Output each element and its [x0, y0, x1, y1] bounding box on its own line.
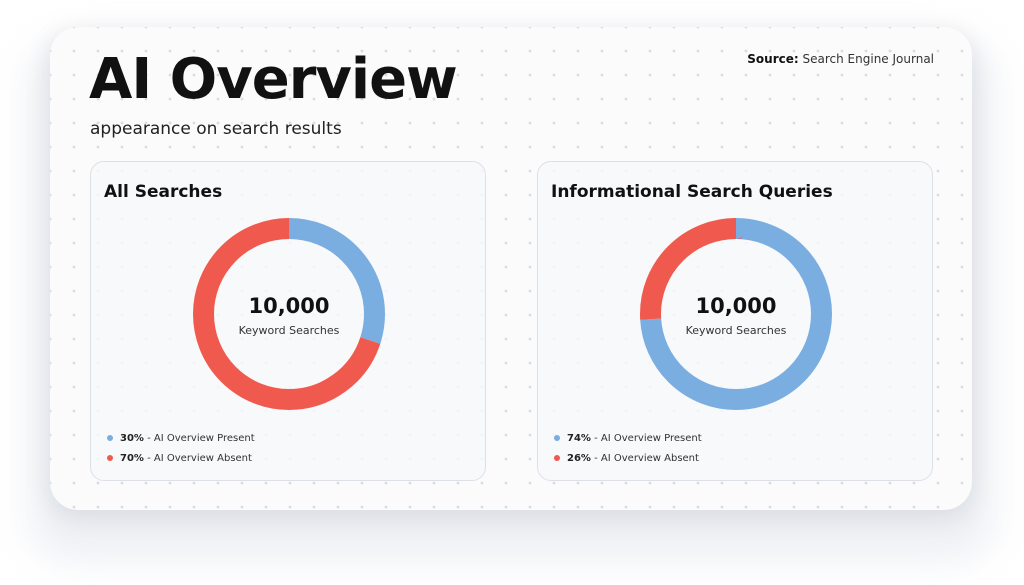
- center-label: Keyword Searches: [686, 324, 787, 337]
- legend-pct: 74%: [567, 432, 591, 444]
- legend-dot-absent: [554, 455, 560, 461]
- center-value: 10,000: [695, 294, 776, 318]
- legend-dot-present: [107, 435, 113, 441]
- chart-panel-all-searches: All Searches 10,000 Keyword Searches 30%…: [90, 161, 486, 481]
- center-label: Keyword Searches: [239, 324, 340, 337]
- legend-label: AI Overview Absent: [153, 452, 252, 464]
- source-label: Source:: [747, 52, 799, 66]
- donut-chart: 10,000 Keyword Searches: [193, 218, 385, 410]
- chart-legend: 74% - AI Overview Present 26% - AI Overv…: [554, 428, 702, 468]
- infographic-card: AI Overview appearance on search results…: [50, 27, 972, 510]
- donut-chart: 10,000 Keyword Searches: [640, 218, 832, 410]
- center-value: 10,000: [248, 294, 329, 318]
- legend-pct: 70%: [120, 452, 144, 464]
- legend-item-absent: 26% - AI Overview Absent: [554, 448, 702, 468]
- chart-title: Informational Search Queries: [551, 182, 833, 202]
- legend-label: AI Overview Present: [600, 432, 702, 444]
- legend-label: AI Overview Present: [153, 432, 255, 444]
- legend-item-present: 30% - AI Overview Present: [107, 428, 255, 448]
- source-credit: Source: Search Engine Journal: [747, 52, 934, 66]
- legend-item-present: 74% - AI Overview Present: [554, 428, 702, 448]
- source-name: Search Engine Journal: [802, 52, 934, 66]
- legend-pct: 26%: [567, 452, 591, 464]
- legend-item-absent: 70% - AI Overview Absent: [107, 448, 255, 468]
- legend-dot-present: [554, 435, 560, 441]
- chart-title: All Searches: [104, 182, 223, 202]
- chart-legend: 30% - AI Overview Present 70% - AI Overv…: [107, 428, 255, 468]
- chart-panel-informational: Informational Search Queries 10,000 Keyw…: [537, 161, 933, 481]
- legend-pct: 30%: [120, 432, 144, 444]
- legend-label: AI Overview Absent: [600, 452, 699, 464]
- page-subtitle: appearance on search results: [90, 119, 342, 139]
- page-title: AI Overview: [89, 47, 458, 112]
- legend-dot-absent: [107, 455, 113, 461]
